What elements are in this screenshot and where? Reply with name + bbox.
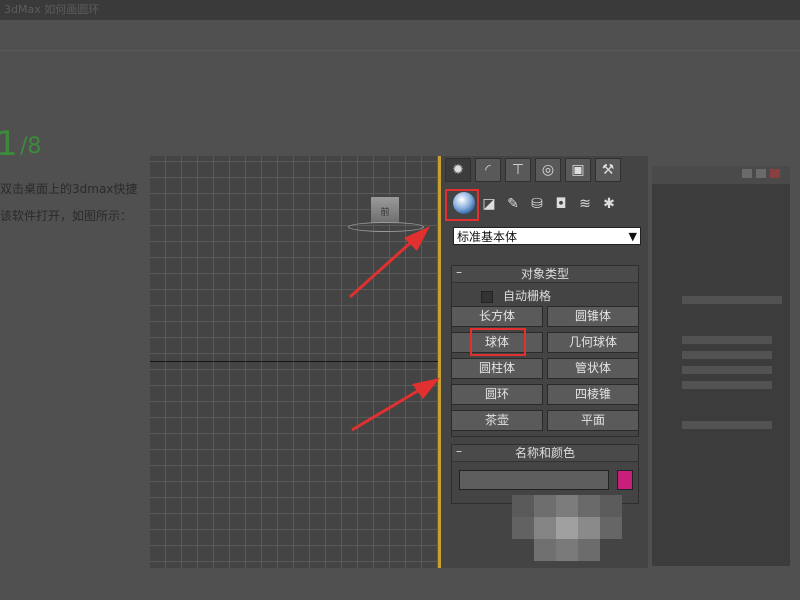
annotation-arrows (348, 226, 440, 432)
arrow-to-geometry-icon (348, 226, 430, 299)
arrow-to-object-type (351, 378, 440, 432)
